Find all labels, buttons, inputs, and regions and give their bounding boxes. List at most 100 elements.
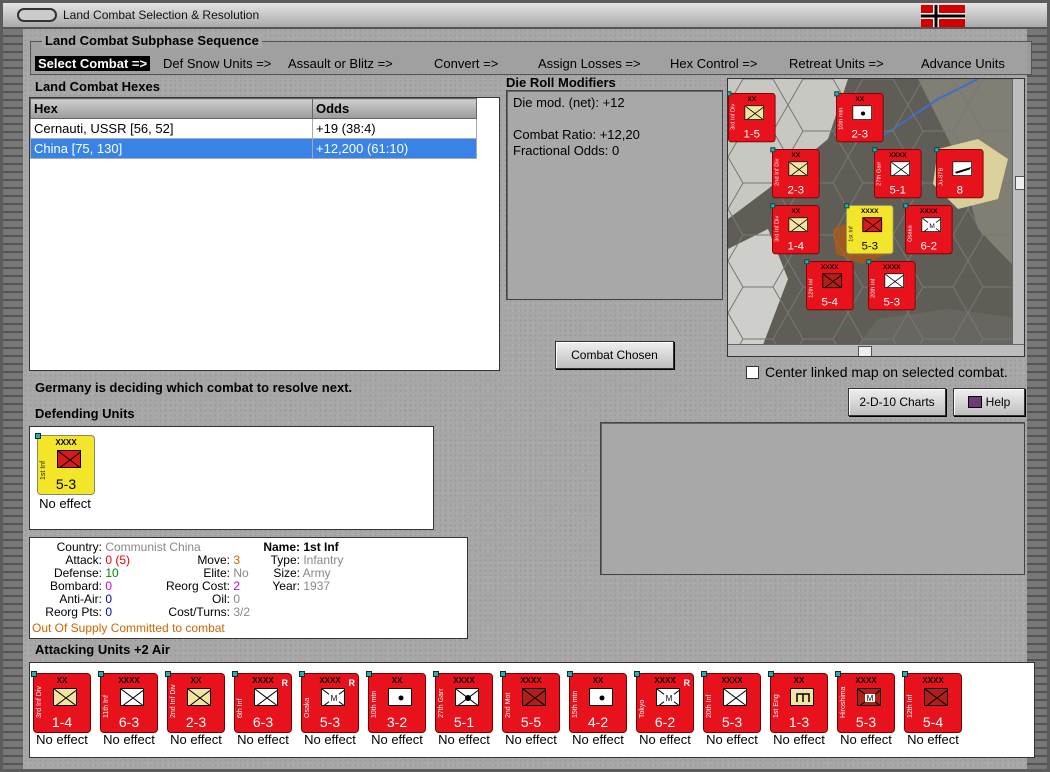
reorg-pts-value: 0 <box>105 605 113 619</box>
attacking-unit-counter[interactable]: XX 3rd Inf Div 1-4 <box>31 671 91 733</box>
attacking-unit-counter[interactable]: XXXX 27th Garr 5-1 <box>433 671 493 733</box>
oil-value: 0 <box>233 592 241 606</box>
elite-label: Elite: <box>203 566 230 580</box>
unit-size: XX <box>747 95 757 103</box>
unit-symbol-icon <box>589 688 613 706</box>
book-icon <box>967 396 982 408</box>
unit-symbol-icon <box>884 273 905 289</box>
step-assign-losses[interactable]: Assign Losses => <box>538 56 641 71</box>
attacking-unit-effect: No effect <box>304 732 356 747</box>
map-unit-counter[interactable]: XXXX 27th Garr 5-1 <box>872 147 922 199</box>
unit-strength: 5-3 <box>883 294 901 308</box>
combat-chosen-button[interactable]: Combat Chosen <box>555 341 674 369</box>
unit-symbol-icon <box>852 105 873 121</box>
attacking-unit-counter[interactable]: XXXX R Osaka M 5-3 <box>299 671 359 733</box>
modifier-line <box>513 111 716 127</box>
german-flag-icon <box>921 5 965 27</box>
reorg-cost-label: Reorg Cost: <box>165 579 230 593</box>
modifiers-title: Die Roll Modifiers <box>506 75 616 90</box>
defending-title: Defending Units <box>35 406 135 421</box>
year-label: Year: <box>272 579 300 593</box>
step-advance-units[interactable]: Advance Units <box>921 56 1005 71</box>
map-horizontal-scrollbar[interactable] <box>728 344 1024 356</box>
attacking-unit-effect: No effect <box>237 732 289 747</box>
antiair-label: Anti-Air: <box>59 592 102 606</box>
step-assault-or-blitz[interactable]: Assault or Blitz => <box>288 56 393 71</box>
modifier-line: Combat Ratio: +12,20 <box>513 127 640 142</box>
map-unit-counter[interactable]: XX 2nd Inf Div 2-3 <box>770 147 820 199</box>
map-unit-counter[interactable]: XXXX 1st Inf 5-3 <box>844 203 894 255</box>
unit-strength: 6-2 <box>920 238 938 252</box>
unit-symbol-icon: M <box>857 688 881 706</box>
table-row-selected[interactable]: China [75, 130] +12,200 (61:10) <box>30 138 477 159</box>
step-retreat-units[interactable]: Retreat Units => <box>789 56 884 71</box>
attacking-unit-effect: No effect <box>907 732 959 747</box>
reorg-cost-value: 2 <box>233 579 241 593</box>
map-unit-counter[interactable]: XXXX 20th Inf 5-3 <box>866 259 916 311</box>
size-label: Size: <box>273 566 300 580</box>
unit-size: XXXX <box>55 438 77 447</box>
unit-strength: 5-3 <box>855 714 877 730</box>
charts-button[interactable]: 2-D-10 Charts <box>848 388 946 416</box>
map-vertical-thumb[interactable] <box>1015 176 1024 190</box>
unit-symbol-icon <box>254 688 278 706</box>
attacking-unit-effect: No effect <box>840 732 892 747</box>
map-unit-counter[interactable]: Ju-87B 8 <box>934 147 984 199</box>
step-hex-control[interactable]: Hex Control => <box>670 56 757 71</box>
unit-strength: 5-3 <box>319 714 341 730</box>
map-unit-counter[interactable]: XXXX 12th Inf 5-4 <box>804 259 854 311</box>
window-menu-icon[interactable] <box>17 8 57 22</box>
attacking-unit-effect: No effect <box>170 732 222 747</box>
status-text: Germany is deciding which combat to reso… <box>35 380 353 395</box>
step-convert[interactable]: Convert => <box>434 56 498 71</box>
attacking-unit-counter[interactable]: XXXX 20th Inf 5-3 <box>701 671 761 733</box>
attacking-unit-counter[interactable]: XXXX R 6th Inf 6-3 <box>232 671 292 733</box>
reserve-flag: R <box>281 678 289 688</box>
move-label: Move: <box>197 553 230 567</box>
step-def-snow-units[interactable]: Def Snow Units => <box>163 56 271 71</box>
attacking-unit-counter[interactable]: XXXX 2nd Mot 5-5 <box>500 671 560 733</box>
unit-strength: 3-2 <box>386 714 408 730</box>
column-header-odds[interactable]: Odds <box>312 98 477 119</box>
table-row[interactable]: Cernauti, USSR [56, 52] +19 (38:4) <box>30 118 477 139</box>
unit-size: XXXX <box>721 676 743 685</box>
help-button[interactable]: Help <box>953 388 1025 416</box>
column-header-hex[interactable]: Hex <box>30 98 313 119</box>
unit-symbol-icon: M <box>656 688 680 706</box>
map-horizontal-thumb[interactable] <box>858 346 872 356</box>
oil-label: Oil: <box>212 592 230 606</box>
frame-right <box>1027 29 1047 769</box>
step-select-combat[interactable]: Select Combat => <box>35 56 151 71</box>
center-map-checkbox[interactable] <box>746 366 759 379</box>
land-combat-window: Land Combat Selection & Resolution Land … <box>0 0 1050 772</box>
unit-strength: 5-3 <box>861 238 879 252</box>
cost-turns-value: 3/2 <box>233 605 251 619</box>
attacking-unit-effect: No effect <box>505 732 557 747</box>
map-unit-counter[interactable]: XX 3rd Inf Div 1-5 <box>728 91 776 143</box>
attacking-unit-counter[interactable]: XXXX R Tokyo M 6-2 <box>634 671 694 733</box>
attacking-unit-counter[interactable]: XXXX 11th Inf 6-3 <box>98 671 158 733</box>
svg-text:M: M <box>331 694 338 703</box>
map-unit-counter[interactable]: XX 10th mtn 2-3 <box>834 91 884 143</box>
unit-strength: 1-3 <box>788 714 810 730</box>
attacking-unit-counter[interactable]: XX 1st Eng 1-3 <box>768 671 828 733</box>
size-value: Army <box>302 566 331 580</box>
map-unit-counter[interactable]: XXXX Osaka M 6-2 <box>903 203 953 255</box>
attacking-unit-counter[interactable]: XX 2nd Inf Div 2-3 <box>165 671 225 733</box>
commit-status: Committed to combat <box>110 621 225 635</box>
unit-strength: 5-1 <box>889 182 907 196</box>
unit-strength: 5-4 <box>821 294 839 308</box>
attacking-unit-counter[interactable]: XX 10th mtn 3-2 <box>366 671 426 733</box>
attacking-unit-counter[interactable]: XXXX Hiroshima M 5-3 <box>835 671 895 733</box>
map-vertical-scrollbar[interactable] <box>1012 79 1024 344</box>
attacking-unit-counter[interactable]: XXXX 12th Inf 5-4 <box>902 671 962 733</box>
unit-strength: 1-4 <box>787 238 805 252</box>
map-unit-counter[interactable]: XX 3rd Inf Div 1-4 <box>770 203 820 255</box>
mini-map[interactable]: XX 3rd Inf Div 1-5 XX 10th mtn 2-3 XX 2nd Inf D… <box>727 78 1025 357</box>
unit-size: XXXX <box>821 263 839 271</box>
sequence-title: Land Combat Subphase Sequence <box>42 33 262 48</box>
attacking-title: Attacking Units +2 Air <box>35 642 170 657</box>
unit-size: XX <box>791 207 801 215</box>
attacking-unit-counter[interactable]: XX 15th mtn 4-2 <box>567 671 627 733</box>
defending-unit-counter[interactable]: XXXX 1st Inf 5-3 <box>35 433 95 495</box>
